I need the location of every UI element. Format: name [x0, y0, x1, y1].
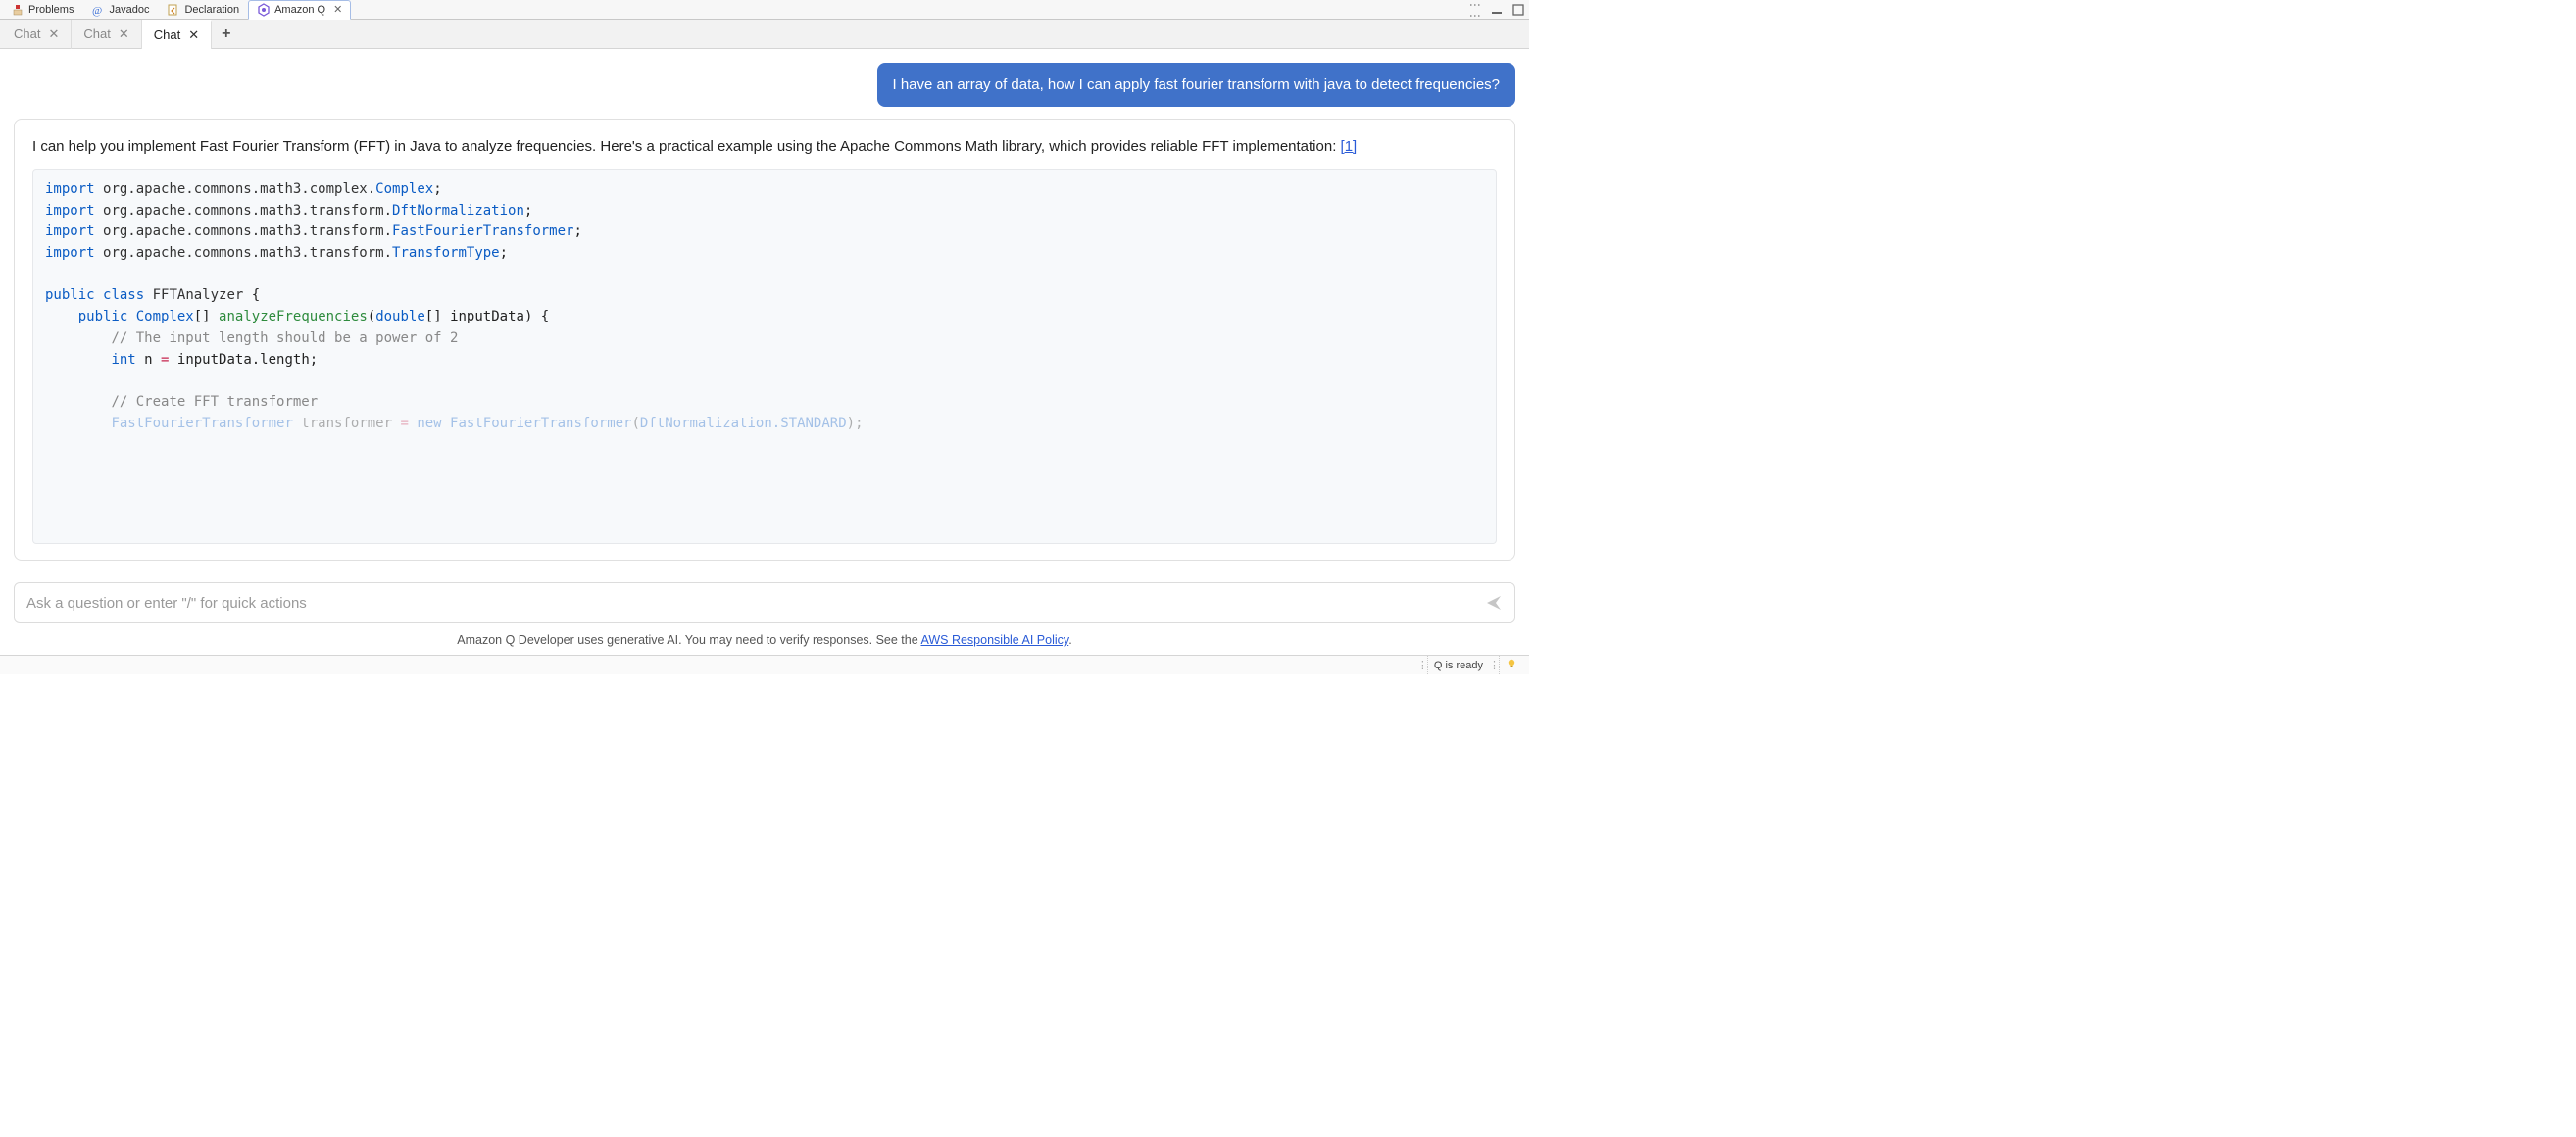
- panel-tab-label: Amazon Q: [274, 4, 325, 16]
- new-chat-button[interactable]: +: [212, 20, 240, 49]
- user-message: I have an array of data, how I can apply…: [877, 63, 1516, 107]
- send-button[interactable]: [1485, 594, 1503, 612]
- responsible-ai-link[interactable]: AWS Responsible AI Policy: [920, 633, 1068, 647]
- maximize-icon[interactable]: [1511, 3, 1525, 17]
- status-tips[interactable]: [1499, 656, 1523, 674]
- chat-input-row: [14, 582, 1515, 623]
- assistant-message: I can help you implement Fast Fourier Tr…: [14, 119, 1515, 561]
- assistant-intro: I can help you implement Fast Fourier Tr…: [32, 135, 1497, 159]
- status-q-ready: Q is ready: [1427, 656, 1489, 674]
- status-separator-icon: ⋮: [1417, 659, 1427, 671]
- svg-text:@: @: [92, 5, 102, 17]
- chat-tab-label: Chat: [154, 27, 180, 42]
- javadoc-icon: @: [91, 3, 105, 17]
- minimize-icon[interactable]: [1490, 3, 1504, 17]
- close-icon[interactable]: ✕: [119, 26, 129, 42]
- panel-tab-label: Javadoc: [109, 4, 149, 16]
- chat-input[interactable]: [26, 595, 1485, 612]
- panel-actions: ⋮⋮: [1468, 0, 1525, 20]
- reference-link[interactable]: [1]: [1341, 138, 1358, 155]
- close-icon[interactable]: ✕: [188, 27, 199, 43]
- declaration-icon: [167, 3, 180, 17]
- footer-notice: Amazon Q Developer uses generative AI. Y…: [0, 629, 1529, 655]
- problems-icon: [11, 3, 25, 17]
- status-separator-icon: ⋮: [1489, 659, 1499, 671]
- panel-tab-problems[interactable]: Problems: [2, 0, 82, 20]
- panel-tabbar: Problems @ Javadoc Declaration Amazon Q …: [0, 0, 1529, 20]
- panel-tab-declaration[interactable]: Declaration: [158, 0, 248, 20]
- amazonq-icon: [257, 3, 271, 17]
- chat-tabbar: Chat ✕ Chat ✕ Chat ✕ +: [0, 20, 1529, 49]
- status-bar: ⋮ Q is ready ⋮: [0, 655, 1529, 674]
- lightbulb-icon: [1506, 658, 1517, 672]
- chat-tab[interactable]: Chat ✕: [2, 20, 72, 49]
- chat-area: I have an array of data, how I can apply…: [0, 49, 1529, 574]
- close-icon[interactable]: ✕: [333, 3, 342, 16]
- view-menu-icon[interactable]: ⋮⋮: [1468, 3, 1482, 17]
- panel-tab-amazonq[interactable]: Amazon Q ✕: [248, 0, 351, 20]
- status-left: [6, 656, 18, 674]
- footer-text-post: .: [1068, 633, 1071, 647]
- chat-tab[interactable]: Chat ✕: [142, 20, 212, 49]
- status-text: Q is ready: [1434, 660, 1483, 671]
- assistant-intro-text: I can help you implement Fast Fourier Tr…: [32, 138, 1341, 155]
- close-icon[interactable]: ✕: [48, 26, 59, 42]
- user-message-row: I have an array of data, how I can apply…: [14, 63, 1515, 107]
- panel-tab-label: Declaration: [184, 4, 239, 16]
- footer-text: Amazon Q Developer uses generative AI. Y…: [457, 633, 920, 647]
- panel-tab-label: Problems: [28, 4, 74, 16]
- chat-tab-label: Chat: [14, 26, 40, 41]
- chat-tab-label: Chat: [83, 26, 110, 41]
- chat-tab[interactable]: Chat ✕: [72, 20, 141, 49]
- code-block: import org.apache.commons.math3.complex.…: [32, 169, 1497, 544]
- panel-tab-javadoc[interactable]: @ Javadoc: [82, 0, 158, 20]
